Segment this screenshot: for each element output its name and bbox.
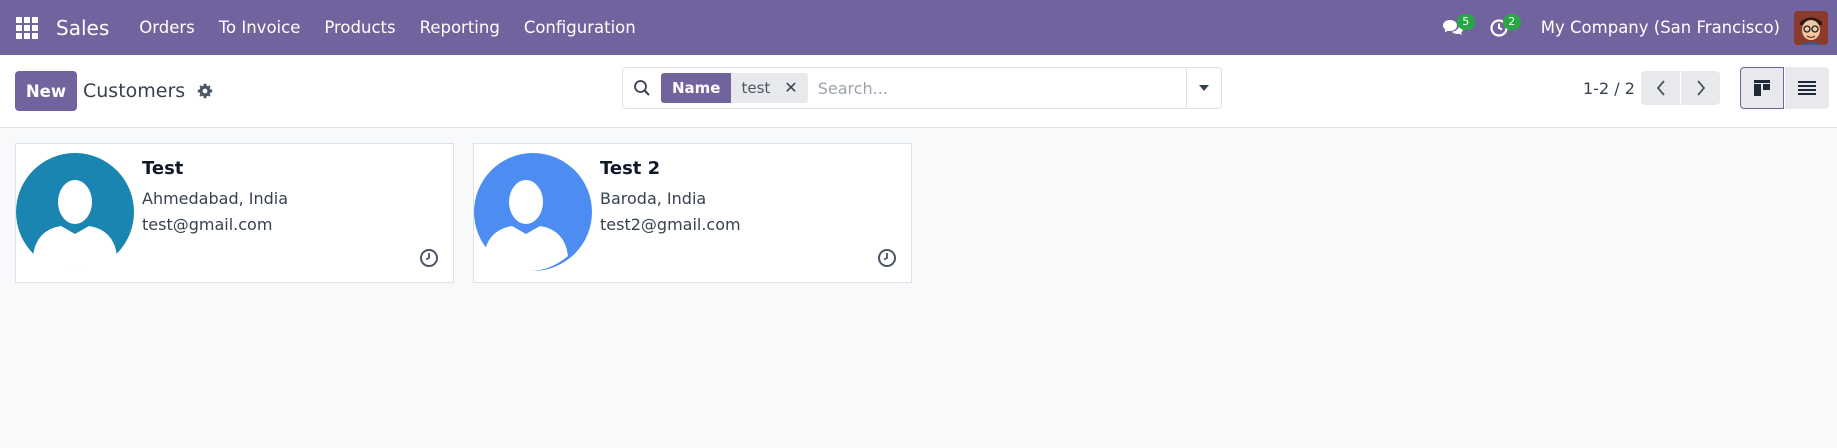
page-title: Customers [83,80,186,102]
customer-location: Baroda, India [600,189,707,208]
activities-button[interactable]: 2 [1481,10,1521,46]
searchbar: Name test ✕ [622,67,1221,109]
messages-button[interactable]: 5 [1435,10,1475,46]
main-navbar: Sales Orders To Invoice Products Reporti… [0,0,1837,55]
search-input[interactable] [817,78,1178,98]
menu-item-orders[interactable]: Orders [127,18,207,37]
kanban-view-button[interactable] [1740,67,1784,109]
menu-item-reporting[interactable]: Reporting [408,18,512,37]
customer-image [474,144,592,282]
search-options-toggle[interactable] [1186,67,1222,109]
app-brand[interactable]: Sales [56,16,109,40]
customer-email: test2@gmail.com [600,215,741,234]
facet-remove-icon[interactable]: ✕ [784,73,797,103]
gear-icon[interactable] [197,83,213,99]
user-avatar-icon [1794,10,1828,45]
new-button[interactable]: New [15,71,77,111]
activities-badge: 2 [1502,13,1521,30]
customer-name: Test [142,158,184,179]
pager-previous-button[interactable] [1641,71,1680,105]
activity-clock-icon[interactable] [877,248,897,268]
customer-image [16,144,134,282]
company-switcher[interactable]: My Company (San Francisco) [1541,18,1780,37]
facet-label: Name [661,73,732,103]
kanban-icon [1754,80,1770,96]
messages-badge: 5 [1456,13,1475,30]
search-icon [634,80,650,96]
control-panel: New Customers Name test ✕ 1-2 / 2 [0,55,1837,128]
pager-next-button[interactable] [1681,71,1720,105]
menu-item-products[interactable]: Products [312,18,407,37]
chevron-left-icon [1656,80,1665,96]
list-icon [1798,81,1816,95]
customer-email: test@gmail.com [142,215,273,234]
user-avatar[interactable] [1794,10,1828,45]
facet-value: test ✕ [731,73,808,103]
customer-name: Test 2 [600,158,661,179]
caret-down-icon [1199,85,1209,91]
pager-value[interactable]: 1-2 / 2 [1583,79,1635,98]
person-avatar-icon [474,153,592,272]
list-view-button[interactable] [1785,67,1829,109]
kanban-record[interactable]: Test 2 Baroda, India test2@gmail.com [473,143,912,283]
search-facet: Name test ✕ [661,73,808,103]
facet-value-text: test [741,79,771,97]
menu-item-to-invoice[interactable]: To Invoice [207,18,313,37]
kanban-record[interactable]: Test Ahmedabad, India test@gmail.com [15,143,454,283]
person-avatar-icon [16,153,134,272]
customer-location: Ahmedabad, India [142,189,289,208]
menu-item-configuration[interactable]: Configuration [512,18,648,37]
app-grid-icon[interactable] [16,16,38,39]
activity-clock-icon[interactable] [419,248,439,268]
kanban-view: Test Ahmedabad, India test@gmail.com Tes… [0,128,1837,298]
chevron-right-icon [1696,80,1705,96]
systray: 5 2 My Company (San Francisco) [1435,0,1837,55]
